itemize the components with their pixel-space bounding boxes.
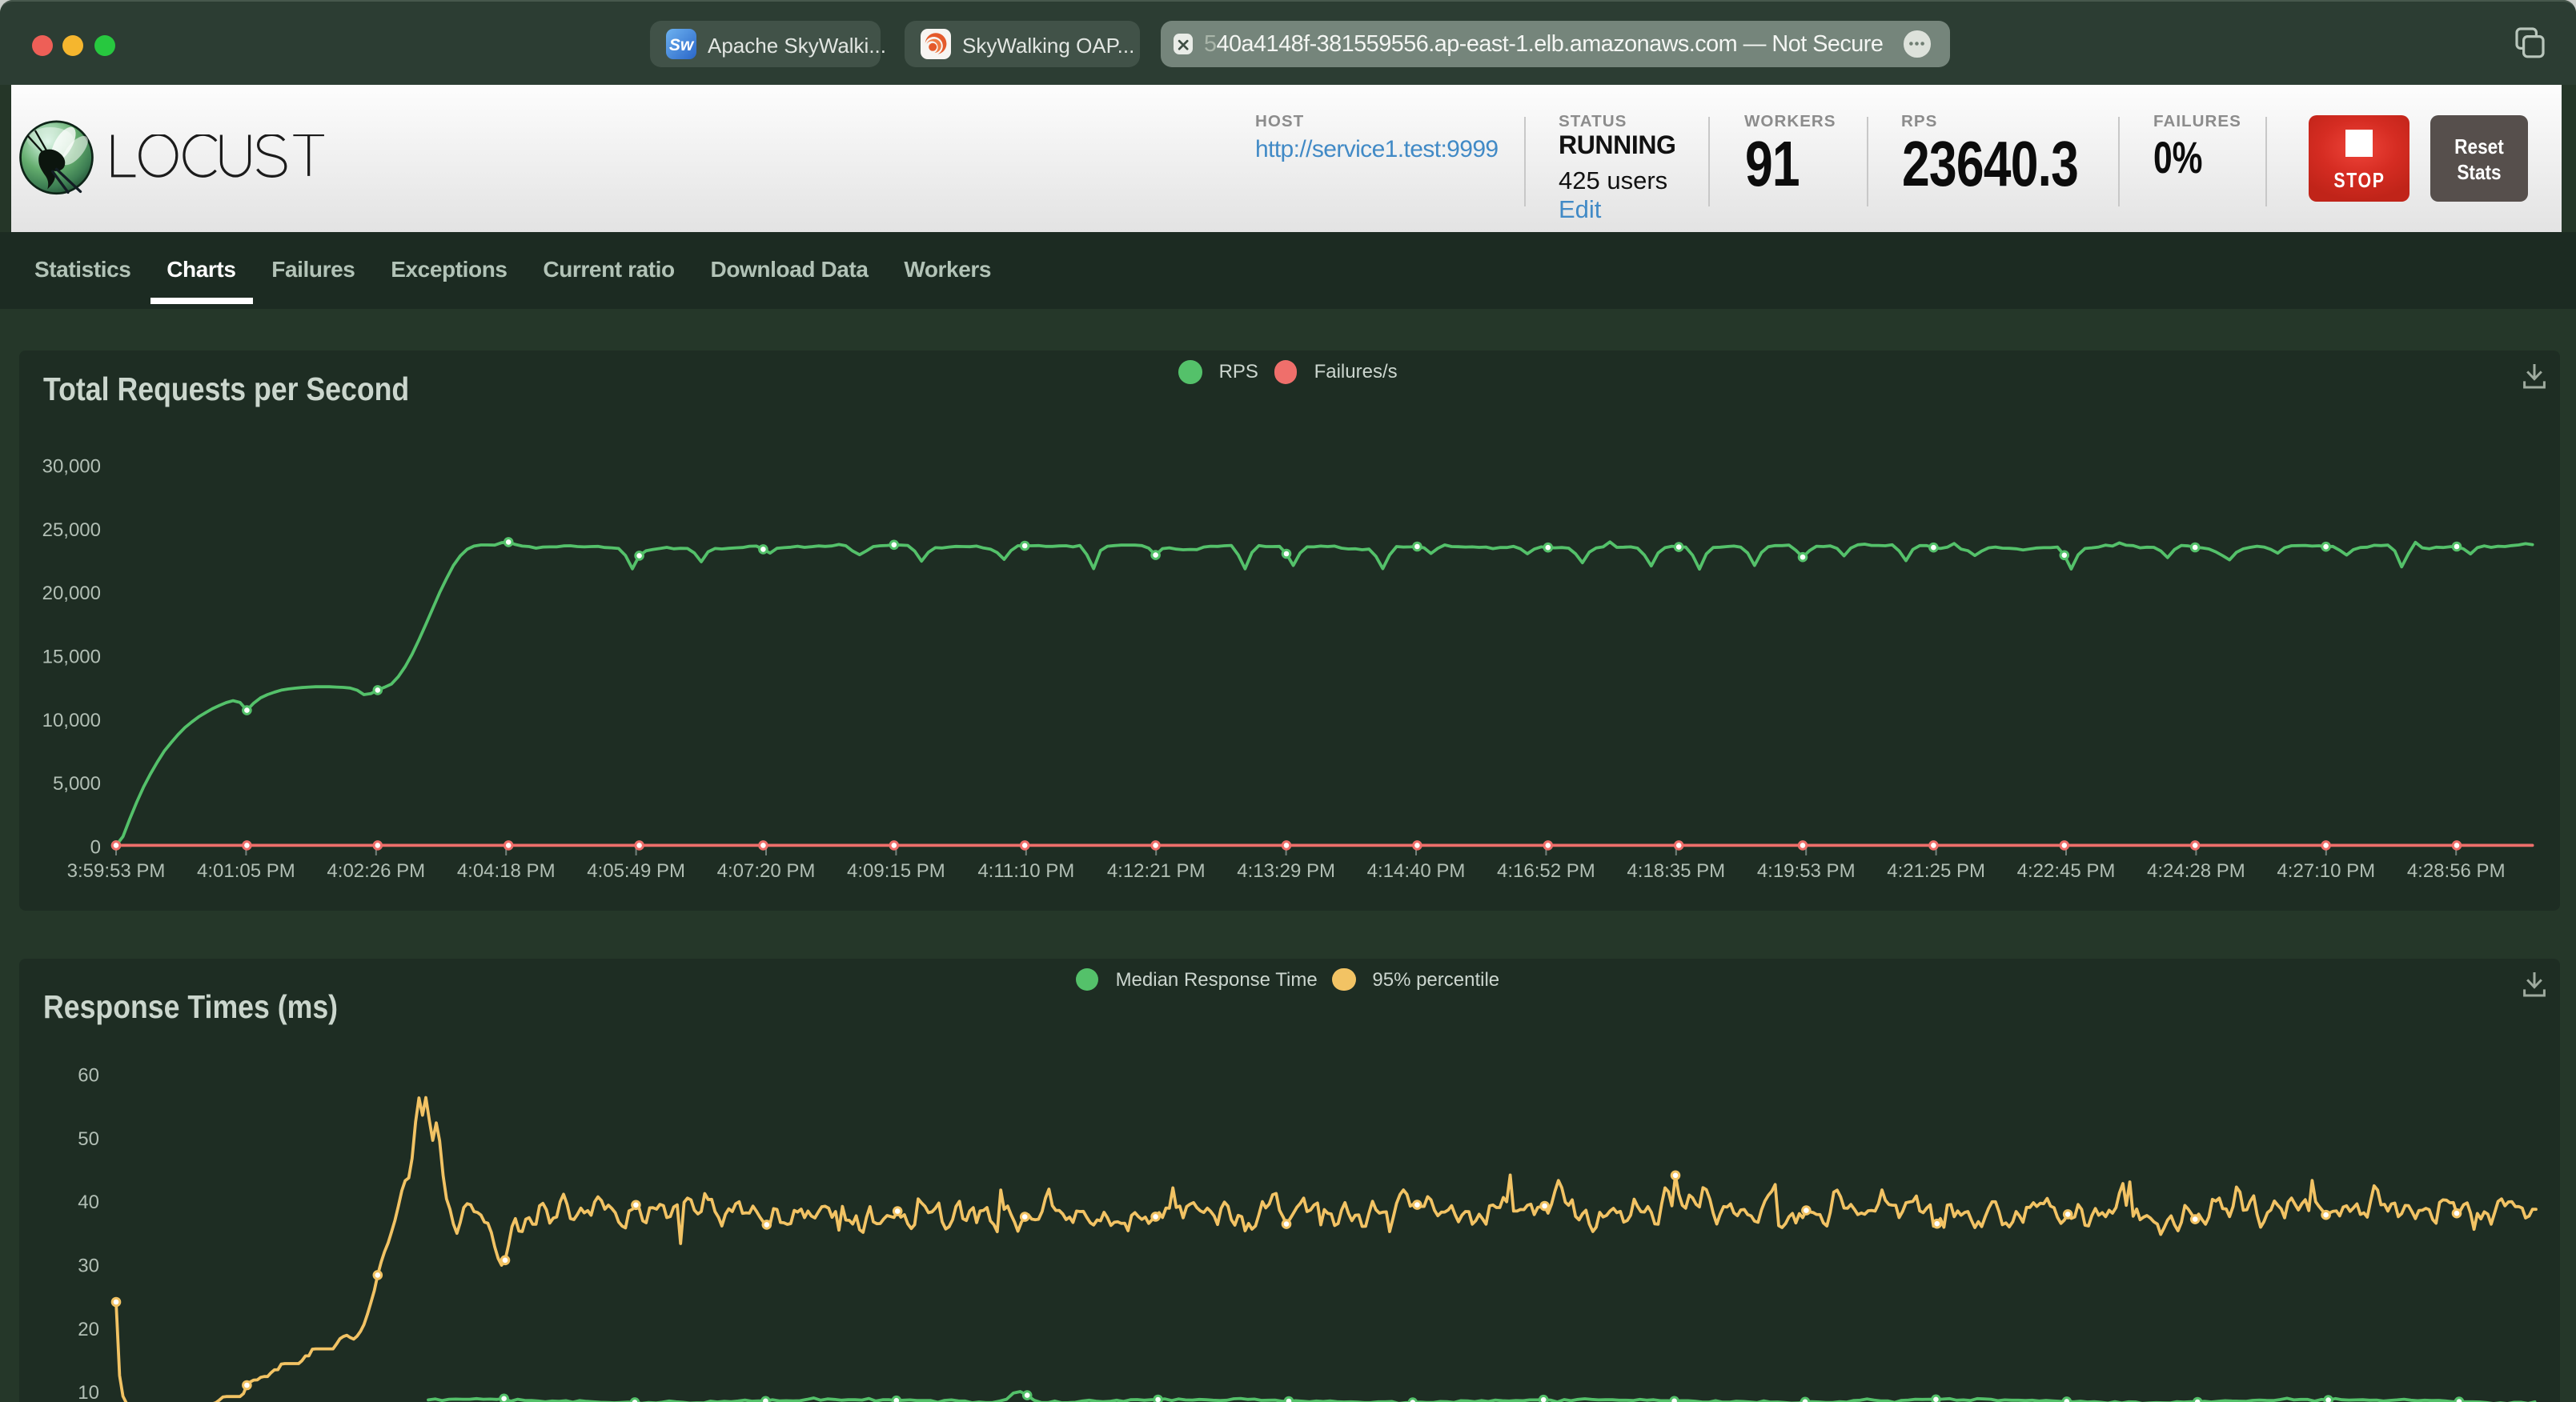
- svg-text:5,000: 5,000: [52, 773, 100, 795]
- svg-text:Sw: Sw: [669, 36, 695, 54]
- svg-text:4:18:35 PM: 4:18:35 PM: [1626, 860, 1724, 882]
- svg-text:0: 0: [90, 836, 100, 858]
- svg-text:10: 10: [77, 1381, 98, 1402]
- svg-text:4:24:28 PM: 4:24:28 PM: [2146, 860, 2245, 882]
- svg-text:4:21:25 PM: 4:21:25 PM: [1886, 860, 1984, 882]
- svg-text:4:04:18 PM: 4:04:18 PM: [456, 860, 555, 882]
- svg-text:50: 50: [77, 1128, 98, 1149]
- svg-text:4:14:40 PM: 4:14:40 PM: [1366, 860, 1465, 882]
- svg-text:4:28:56 PM: 4:28:56 PM: [2406, 860, 2505, 882]
- svg-text:4:07:20 PM: 4:07:20 PM: [716, 860, 815, 882]
- svg-text:25,000: 25,000: [42, 519, 100, 541]
- svg-text:4:12:21 PM: 4:12:21 PM: [1106, 860, 1205, 882]
- svg-text:30,000: 30,000: [42, 455, 100, 477]
- svg-text:4:09:15 PM: 4:09:15 PM: [846, 860, 945, 882]
- svg-text:3:59:53 PM: 3:59:53 PM: [66, 860, 165, 882]
- svg-text:4:11:10 PM: 4:11:10 PM: [977, 860, 1073, 882]
- svg-text:4:13:29 PM: 4:13:29 PM: [1236, 860, 1334, 882]
- svg-text:15,000: 15,000: [42, 647, 100, 668]
- svg-text:30: 30: [77, 1254, 98, 1276]
- svg-text:4:16:52 PM: 4:16:52 PM: [1496, 860, 1595, 882]
- svg-text:4:22:45 PM: 4:22:45 PM: [2016, 860, 2115, 882]
- svg-text:4:05:49 PM: 4:05:49 PM: [586, 860, 684, 882]
- svg-text:20: 20: [77, 1318, 98, 1340]
- svg-text:40: 40: [77, 1191, 98, 1212]
- svg-text:4:27:10 PM: 4:27:10 PM: [2276, 860, 2374, 882]
- svg-text:20,000: 20,000: [42, 583, 100, 604]
- svg-text:4:02:26 PM: 4:02:26 PM: [326, 860, 424, 882]
- svg-text:60: 60: [77, 1064, 98, 1085]
- svg-text:4:01:05 PM: 4:01:05 PM: [196, 860, 295, 882]
- svg-text:4:19:53 PM: 4:19:53 PM: [1756, 860, 1855, 882]
- svg-text:10,000: 10,000: [42, 710, 100, 731]
